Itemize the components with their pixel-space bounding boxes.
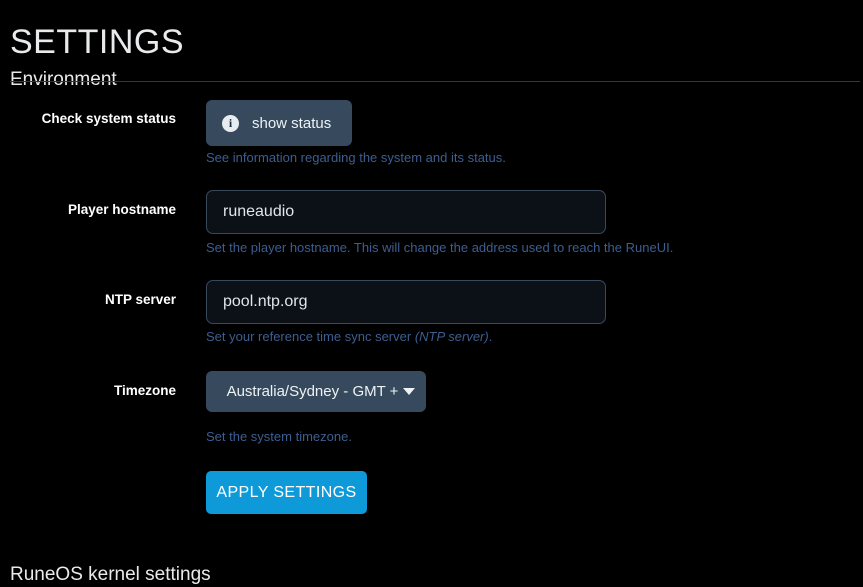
label-player-hostname: Player hostname xyxy=(67,202,176,217)
timezone-selected-value: Australia/Sydney - GMT + xyxy=(226,383,399,400)
ntp-server-input[interactable] xyxy=(206,280,606,324)
page-title: SETTINGS xyxy=(10,22,185,61)
help-text-ntp-main: Set your reference time sync server xyxy=(206,329,415,344)
label-check-system-status: Check system status xyxy=(41,111,176,126)
info-icon: i xyxy=(222,114,239,132)
settings-page: SETTINGS Environment Check system status… xyxy=(0,0,863,585)
help-text-ntp-emphasis: (NTP server) xyxy=(414,329,489,344)
section-heading-runeos-kernel-settings: RuneOS kernel settings xyxy=(10,563,211,585)
label-timezone: Timezone xyxy=(113,383,176,398)
label-ntp-server: NTP server xyxy=(104,292,176,307)
help-text-system-status: See information regarding the system and… xyxy=(206,150,506,165)
show-status-button[interactable]: i show status xyxy=(206,100,352,146)
apply-settings-button[interactable]: APPLY SETTINGS xyxy=(206,471,367,514)
help-text-player-hostname: Set the player hostname. This will chang… xyxy=(206,240,674,255)
chevron-down-icon xyxy=(403,388,415,395)
show-status-button-label: show status xyxy=(252,114,332,132)
help-text-timezone: Set the system timezone. xyxy=(206,429,352,444)
timezone-dropdown[interactable]: Australia/Sydney - GMT + xyxy=(206,371,426,412)
section-divider xyxy=(10,81,860,82)
help-text-ntp-server: Set your reference time sync server (NTP… xyxy=(206,328,492,345)
section-heading-environment: Environment xyxy=(10,68,117,90)
player-hostname-input[interactable] xyxy=(206,190,606,234)
help-text-ntp-tail: . xyxy=(488,329,493,344)
